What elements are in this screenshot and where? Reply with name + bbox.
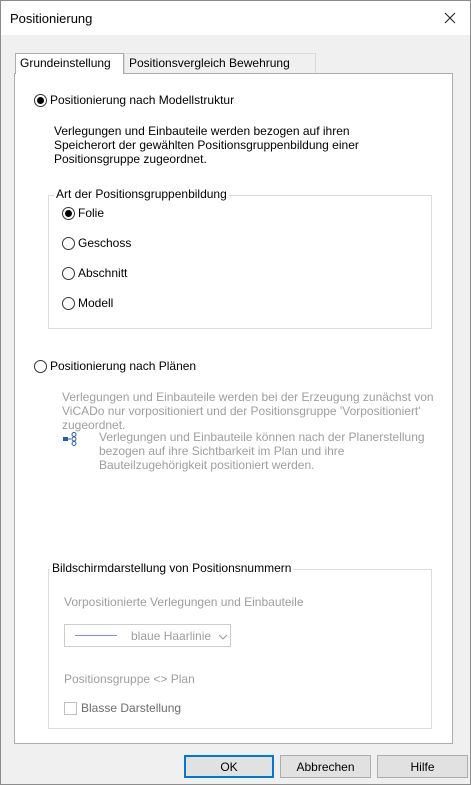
group-positionsgruppenbildung-label: Art der Positionsgruppenbildung bbox=[54, 187, 229, 201]
close-button[interactable] bbox=[430, 1, 470, 35]
radio-folie-label: Folie bbox=[78, 206, 105, 220]
hierarchy-icon bbox=[62, 431, 78, 450]
title-bar: Positionierung bbox=[1, 1, 470, 35]
radio-geschoss[interactable]: Geschoss bbox=[62, 236, 131, 250]
ok-button[interactable]: OK bbox=[184, 755, 274, 778]
line-style-select[interactable]: blaue Haarlinie bbox=[64, 624, 231, 647]
radio-modellstruktur-label: Positionierung nach Modellstruktur bbox=[50, 93, 235, 107]
positionsgruppe-plan-label: Positionsgruppe <> Plan bbox=[64, 672, 195, 686]
window-title: Positionierung bbox=[10, 11, 93, 26]
modellstruktur-description: Verlegungen und Einbauteile werden bezog… bbox=[54, 124, 359, 166]
radio-geschoss-label: Geschoss bbox=[78, 236, 132, 250]
cancel-button[interactable]: Abbrechen bbox=[280, 755, 371, 778]
radio-abschnitt-label: Abschnitt bbox=[78, 266, 128, 280]
radio-nach-plaenen[interactable]: Positionierung nach Plänen bbox=[34, 359, 196, 373]
vorpositioniert-label: Vorpositionierte Verlegungen und Einbaut… bbox=[64, 595, 304, 609]
blasse-darstellung-checkbox[interactable]: Blasse Darstellung bbox=[64, 701, 181, 715]
radio-nach-plaenen-label: Positionierung nach Plänen bbox=[50, 359, 197, 373]
line-style-swatch bbox=[75, 635, 117, 636]
radio-indicator bbox=[62, 266, 75, 280]
radio-modell[interactable]: Modell bbox=[62, 296, 113, 310]
checkbox-box bbox=[64, 701, 77, 715]
radio-indicator bbox=[34, 93, 47, 107]
chevron-down-icon bbox=[218, 629, 228, 643]
nach-plaenen-description: Verlegungen und Einbauteile werden bei d… bbox=[62, 390, 434, 432]
tab-panel: Positionierung nach Modellstruktur Verle… bbox=[14, 73, 453, 744]
help-button[interactable]: Hilfe bbox=[377, 755, 468, 778]
tab-grundeinstellung[interactable]: Grundeinstellung bbox=[15, 53, 124, 74]
group-bildschirmdarstellung-label: Bildschirmdarstellung von Positionsnumme… bbox=[50, 561, 294, 575]
radio-indicator bbox=[62, 296, 75, 310]
close-icon bbox=[444, 12, 456, 24]
blasse-darstellung-label: Blasse Darstellung bbox=[81, 701, 182, 715]
line-style-value: blaue Haarlinie bbox=[131, 628, 212, 643]
radio-folie[interactable]: Folie bbox=[62, 206, 104, 220]
nach-plaenen-info: Verlegungen und Einbauteile können nach … bbox=[99, 430, 425, 472]
radio-indicator bbox=[62, 206, 75, 220]
radio-modellstruktur[interactable]: Positionierung nach Modellstruktur bbox=[34, 93, 234, 107]
radio-modell-label: Modell bbox=[78, 296, 114, 310]
radio-indicator bbox=[34, 359, 47, 373]
tab-positionsvergleich[interactable]: Positionsvergleich Bewehrung bbox=[124, 53, 316, 73]
radio-abschnitt[interactable]: Abschnitt bbox=[62, 266, 127, 280]
positionierung-dialog: Positionierung Grundeinstellung Position… bbox=[0, 0, 471, 785]
radio-indicator bbox=[62, 236, 75, 250]
